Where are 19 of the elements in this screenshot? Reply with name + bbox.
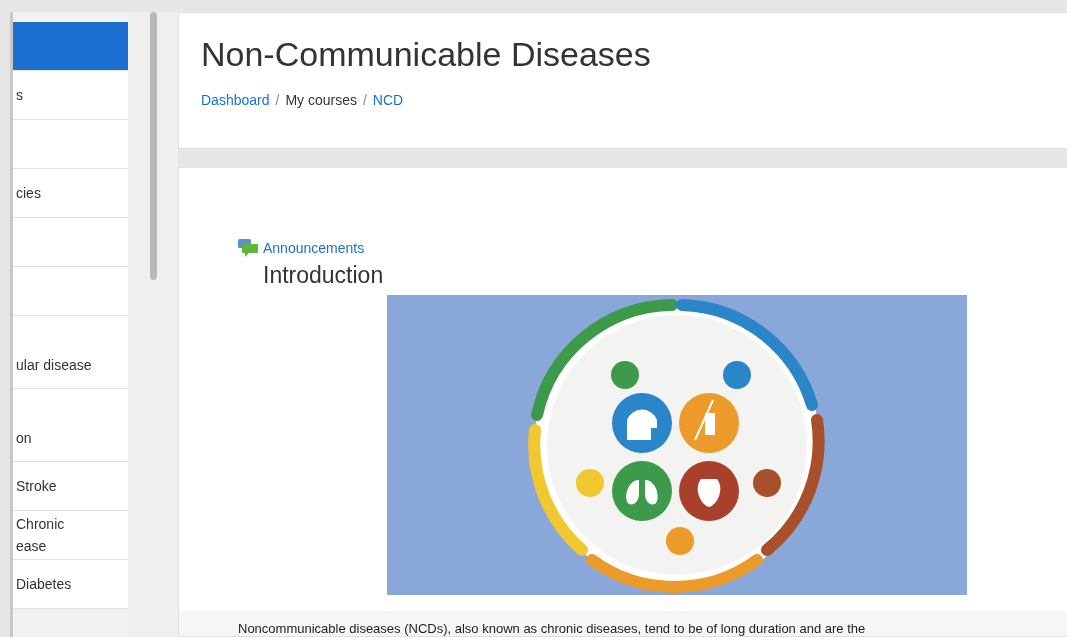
sidebar-item[interactable]: Chronic ease [13,511,128,560]
section-title: Introduction [263,262,385,289]
sidebar-item[interactable]: on [13,389,128,462]
sidebar-item[interactable]: ular disease [13,316,128,389]
sidebar-item[interactable]: Diabetes [13,560,128,609]
sidebar-item[interactable]: s [13,71,128,120]
announcements-link[interactable]: Announcements [263,240,365,256]
sidebar-item[interactable]: cies [13,169,128,218]
intro-paragraph: Noncommunicable diseases (NCDs), also known as chronic diseases, tend to be of long duration and are the [179,611,1067,636]
breadcrumb-separator: / [275,92,280,108]
breadcrumb-link[interactable]: NCD [372,92,404,108]
breadcrumb-text: My courses [285,92,357,108]
page-title: Non-Communicable Diseases [201,35,652,74]
breadcrumb-link[interactable]: Dashboard [201,92,270,108]
sidebar-item[interactable] [13,22,128,71]
breadcrumb-separator: / [362,92,367,108]
chat-bubbles-icon [237,238,259,258]
sidebar-item[interactable]: Stroke [13,462,128,511]
scrollbar-thumb[interactable] [149,12,157,280]
